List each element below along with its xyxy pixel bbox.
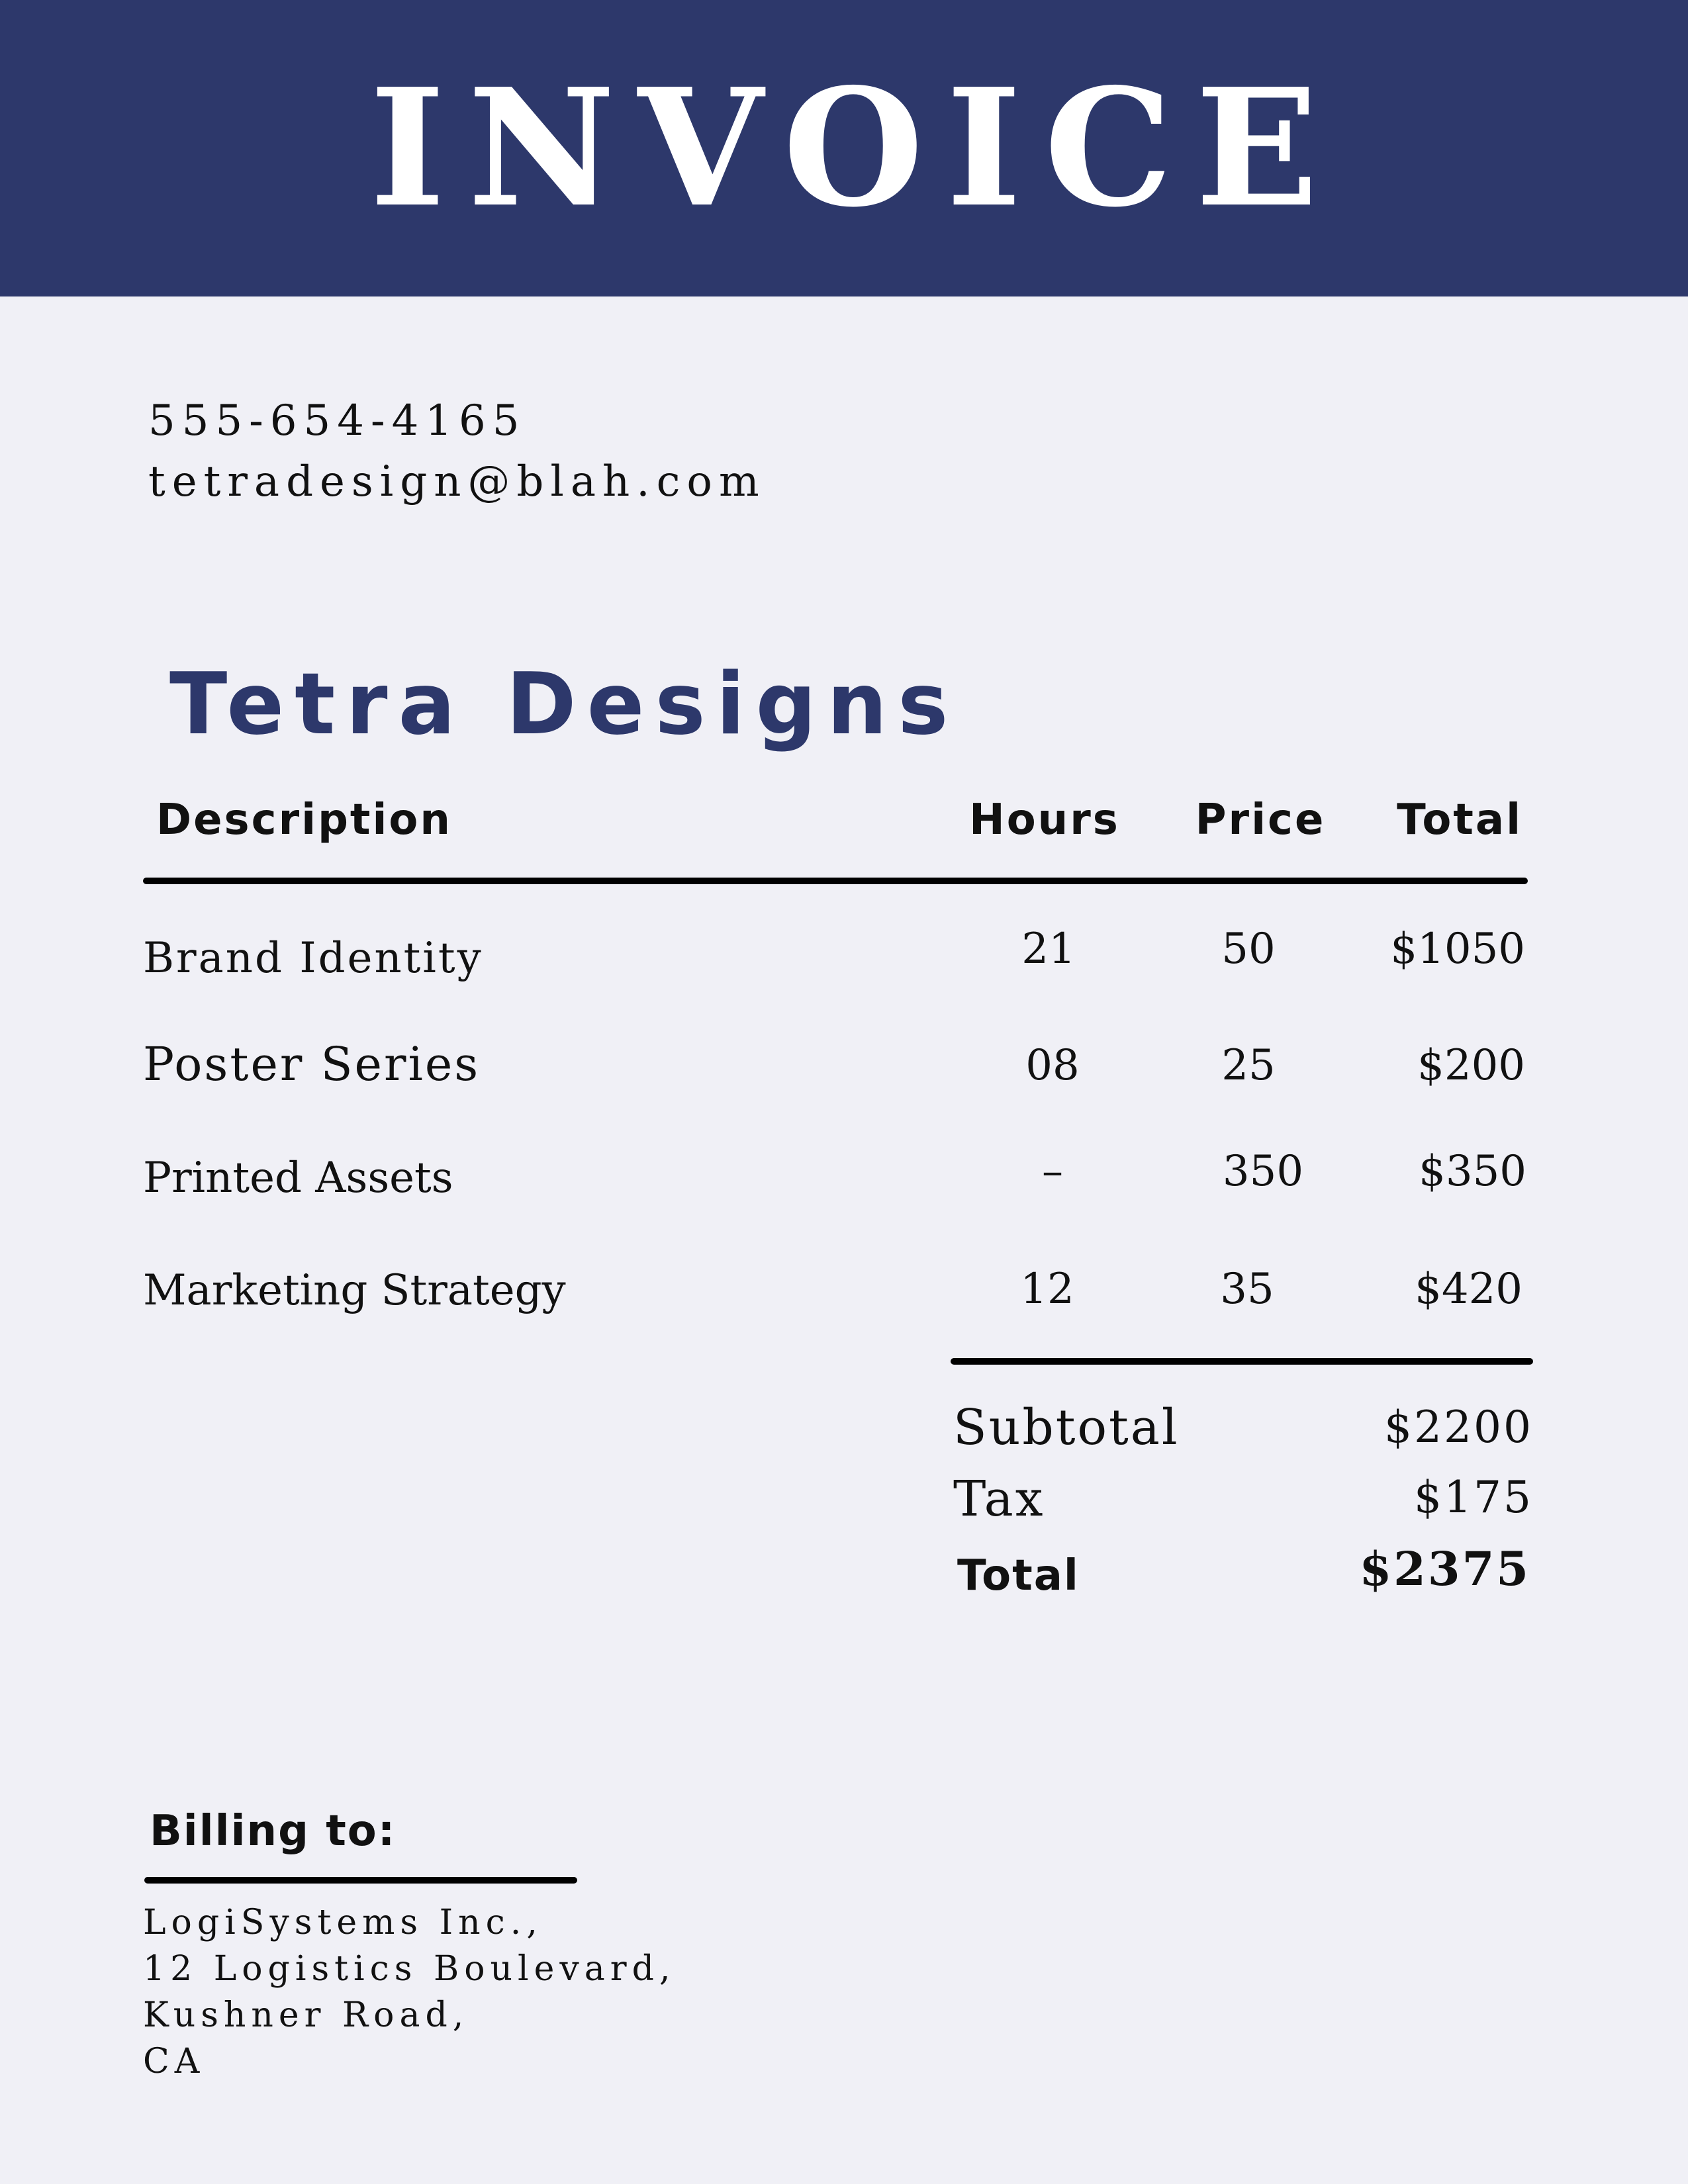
- column-header-description: Description: [156, 796, 452, 844]
- row-hours: 21: [1021, 925, 1076, 974]
- address-line: Kushner Road,: [143, 1995, 469, 2035]
- total-label: Total: [957, 1551, 1080, 1600]
- total-value: $2375: [1359, 1541, 1530, 1596]
- row-hours: –: [1042, 1147, 1063, 1196]
- column-header-price: Price: [1195, 796, 1326, 844]
- header-divider: [143, 878, 1528, 884]
- address-line: CA: [143, 2042, 205, 2081]
- row-price: 35: [1220, 1265, 1274, 1314]
- subtotal-value: $2200: [1384, 1402, 1533, 1453]
- totals-divider: [951, 1358, 1533, 1365]
- row-hours: 08: [1025, 1041, 1080, 1090]
- address-line: 12 Logistics Boulevard,: [143, 1949, 676, 1989]
- subtotal-label: Subtotal: [953, 1399, 1180, 1456]
- contact-info: 555-654-4165 tetradesign@blah.com: [148, 390, 766, 512]
- row-hours: 12: [1020, 1265, 1074, 1314]
- billing-divider: [144, 1877, 577, 1884]
- tax-label: Tax: [953, 1471, 1045, 1527]
- row-description: Marketing Strategy: [143, 1266, 566, 1315]
- address-line: LogiSystems Inc.,: [143, 1903, 543, 1942]
- billing-address: LogiSystems Inc., 12 Logistics Boulevard…: [143, 1899, 675, 2085]
- email-address: tetradesign@blah.com: [148, 457, 766, 506]
- row-total: $350: [1419, 1147, 1526, 1196]
- column-header-total: Total: [1397, 796, 1523, 844]
- phone-number: 555-654-4165: [148, 396, 526, 445]
- invoice-title: INVOICE: [369, 53, 1341, 243]
- row-description: Printed Assets: [143, 1154, 453, 1203]
- row-total: $1050: [1390, 925, 1525, 974]
- invoice-header-banner: INVOICE: [0, 0, 1688, 296]
- company-name: Tetra Designs: [169, 655, 959, 754]
- row-description: Poster Series: [143, 1037, 481, 1091]
- tax-value: $175: [1414, 1472, 1533, 1523]
- row-total: $200: [1417, 1041, 1525, 1090]
- column-header-hours: Hours: [969, 796, 1120, 844]
- row-description: Brand Identity: [143, 934, 483, 983]
- billing-title: Billing to:: [150, 1807, 397, 1856]
- row-total: $420: [1415, 1265, 1523, 1314]
- row-price: 25: [1221, 1041, 1276, 1090]
- row-price: 350: [1222, 1147, 1304, 1196]
- row-price: 50: [1221, 925, 1276, 974]
